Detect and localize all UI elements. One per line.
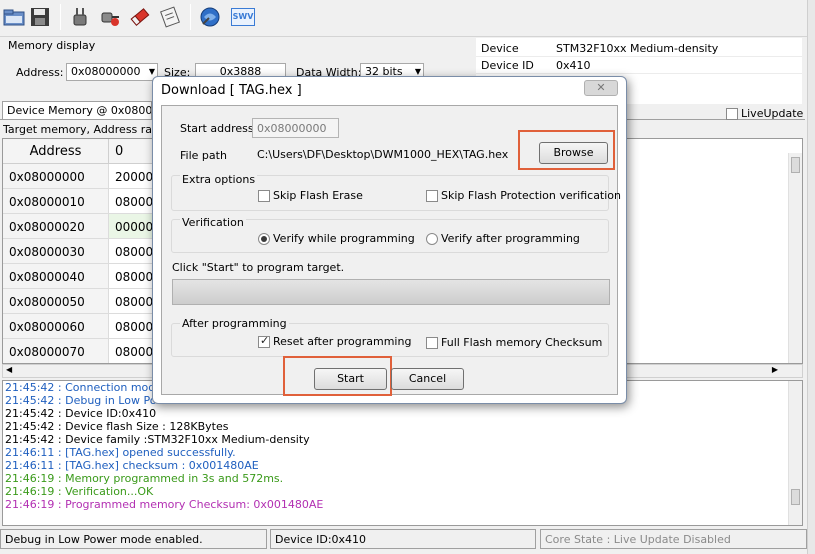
address-cell: 0x08000070 — [3, 339, 109, 363]
full-checksum-label: Full Flash memory Checksum — [441, 336, 603, 349]
disconnect-icon[interactable] — [98, 5, 122, 29]
memory-display-label: Memory display — [8, 39, 96, 52]
scroll-thumb[interactable] — [791, 157, 800, 173]
scroll-left-icon[interactable]: ◀ — [6, 365, 12, 374]
start-highlight — [283, 356, 392, 396]
file-path-label: File path — [180, 149, 227, 162]
cancel-button[interactable]: Cancel — [391, 368, 464, 390]
memory-range-subtitle: Target memory, Address range — [3, 123, 151, 136]
toolbar-divider — [0, 36, 815, 37]
close-button[interactable]: ✕ — [584, 80, 618, 96]
log-line: 21:46:11 : [TAG.hex] opened successfully… — [5, 446, 236, 459]
reset-after-label: Reset after programming — [273, 335, 412, 348]
save-icon[interactable] — [28, 5, 52, 29]
scroll-right-icon[interactable]: ▶ — [772, 365, 778, 374]
address-cell: 0x08000050 — [3, 289, 109, 314]
address-cell: 0x08000040 — [3, 264, 109, 289]
program-icon[interactable] — [158, 5, 182, 29]
close-icon: ✕ — [596, 81, 606, 94]
log-line: 21:45:42 : Connection mode : — [5, 381, 170, 394]
address-label: Address: — [16, 66, 64, 79]
status-device-id: Device ID:0x410 — [270, 529, 536, 549]
start-address-label: Start address — [180, 122, 254, 135]
device-id-value: 0x410 — [556, 59, 591, 72]
verify-after-label: Verify after programming — [441, 232, 580, 245]
address-cell: 0x08000060 — [3, 314, 109, 339]
erase-icon[interactable] — [128, 5, 152, 29]
device-row: Device STM32F10xx Medium-density — [476, 40, 802, 57]
dialog-title: Download [ TAG.hex ] — [161, 83, 302, 98]
reset-after-checkbox[interactable] — [258, 334, 270, 348]
log-line: 21:45:42 : Device family :STM32F10xx Med… — [5, 433, 310, 446]
device-label: Device — [481, 42, 519, 55]
log-line: 21:45:42 : Device flash Size : 128KBytes — [5, 420, 229, 433]
skip-flash-erase-checkbox[interactable] — [258, 190, 270, 202]
device-id-label: Device ID — [481, 59, 534, 72]
scroll-thumb[interactable] — [791, 489, 800, 505]
log-line: 21:46:19 : Verification...OK — [5, 485, 154, 498]
file-path-value[interactable]: C:\Users\DF\Desktop\DWM1000_HEX\TAG.hex — [252, 144, 531, 164]
log-line: 21:46:19 : Memory programmed in 3s and 5… — [5, 472, 284, 485]
address-cell: 0x08000000 — [3, 164, 109, 189]
open-icon[interactable] — [2, 5, 26, 29]
window-right-edge — [807, 0, 815, 554]
address-cell: 0x08000030 — [3, 239, 109, 264]
live-update-checkbox[interactable] — [726, 108, 738, 120]
verify-while-label: Verify while programming — [273, 232, 415, 245]
progress-bar — [172, 279, 610, 305]
log-line: 21:45:42 : Device ID:0x410 — [5, 407, 157, 420]
start-hint-text: Click "Start" to program target. — [172, 261, 345, 274]
address-combo[interactable]: 0x08000000 ▼ — [66, 63, 158, 81]
address-column-header[interactable]: Address — [3, 139, 109, 164]
skip-flash-erase-label: Skip Flash Erase — [273, 189, 363, 202]
status-core-state: Core State : Live Update Disabled — [540, 529, 807, 549]
full-checksum-checkbox[interactable] — [426, 337, 438, 349]
status-left: Debug in Low Power mode enabled. — [0, 529, 267, 549]
skip-protection-checkbox[interactable] — [426, 190, 438, 202]
browse-highlight — [518, 130, 615, 170]
skip-protection-label: Skip Flash Protection verification — [441, 189, 622, 202]
address-value: 0x08000000 — [71, 65, 141, 78]
extra-options-label: Extra options — [180, 173, 258, 186]
verification-label: Verification — [180, 216, 246, 229]
dialog-body: Start address 0x08000000 File path C:\Us… — [161, 105, 622, 396]
device-value: STM32F10xx Medium-density — [556, 42, 719, 55]
tab-device-memory[interactable]: Device Memory @ 0x0800000 — [2, 101, 152, 120]
firmware-upgrade-icon[interactable] — [198, 5, 222, 29]
verify-after-radio[interactable] — [426, 233, 438, 245]
log-scrollbar[interactable] — [788, 381, 802, 525]
after-programming-label: After programming — [180, 317, 289, 330]
log-line: 21:46:19 : Programmed memory Checksum: 0… — [5, 498, 324, 511]
verify-while-radio[interactable] — [258, 233, 270, 245]
live-update-label: LiveUpdate — [741, 107, 804, 120]
log-line: 21:46:11 : [TAG.hex] checksum : 0x001480… — [5, 459, 259, 472]
start-address-input[interactable]: 0x08000000 — [252, 118, 339, 138]
address-cell: 0x08000010 — [3, 189, 109, 214]
grid-vertical-scrollbar[interactable] — [788, 153, 802, 363]
address-cell: 0x08000020 — [3, 214, 109, 239]
swv-label: SWV — [231, 8, 255, 26]
swv-icon[interactable]: SWV — [230, 5, 256, 29]
download-dialog: Download [ TAG.hex ] ✕ Start address 0x0… — [152, 76, 627, 404]
connect-icon[interactable] — [68, 5, 92, 29]
device-id-row: Device ID 0x410 — [476, 57, 802, 74]
toolbar: SWV — [0, 0, 815, 36]
